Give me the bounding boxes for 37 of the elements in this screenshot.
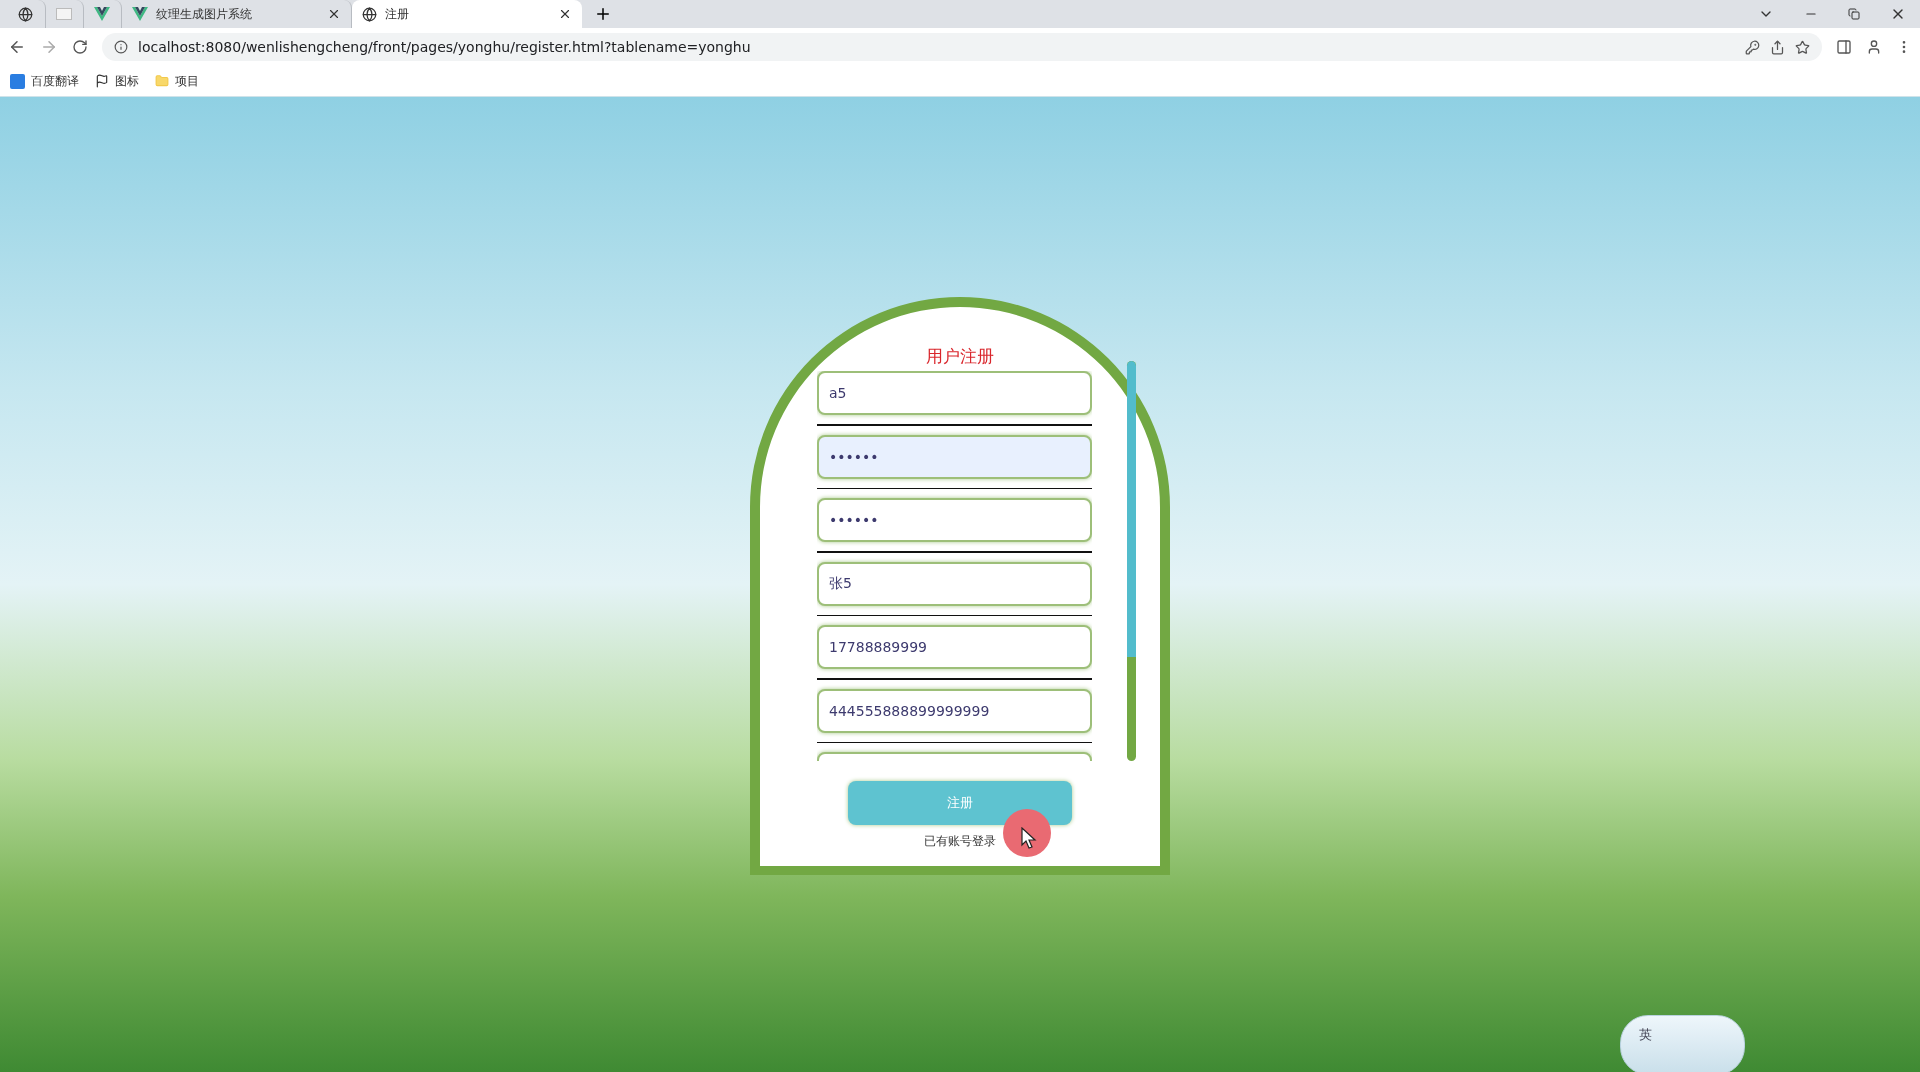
input-field[interactable]: a5 — [817, 371, 1092, 415]
star-icon[interactable] — [1795, 39, 1810, 55]
profile-icon[interactable] — [1866, 39, 1882, 55]
back-icon[interactable] — [8, 38, 26, 56]
close-icon[interactable] — [327, 7, 341, 21]
browser-tab[interactable]: 注册 — [352, 0, 582, 28]
input-method-widget[interactable]: 英 — [1620, 1015, 1745, 1072]
flag-icon — [95, 74, 109, 88]
v-logo-icon — [132, 7, 148, 21]
page-icon — [56, 8, 72, 20]
key-icon[interactable] — [1745, 39, 1760, 55]
folder-icon — [155, 74, 169, 88]
bookmark[interactable]: 项目 — [155, 72, 199, 90]
globe-icon — [18, 6, 33, 22]
url-text: localhost:8080/wenlishengcheng/front/pages/yonghu/register.html?tablename=yonghu — [138, 39, 752, 55]
login-link[interactable]: 已有账号登录 — [924, 833, 996, 850]
input-field[interactable]: 17788889999 — [817, 625, 1092, 669]
side-panel-icon[interactable] — [1836, 39, 1852, 55]
v-logo-icon — [94, 7, 110, 21]
input-field[interactable]: 张5 — [817, 561, 1092, 606]
close-icon[interactable] — [558, 7, 572, 21]
reload-icon[interactable] — [72, 39, 88, 55]
scrollbar[interactable] — [1127, 361, 1136, 761]
translate-icon — [10, 73, 25, 89]
bookmark[interactable]: 图标 — [95, 72, 139, 90]
form-title: 用户注册 — [926, 345, 994, 367]
input-field[interactable]: •••••• — [817, 498, 1092, 542]
input-field[interactable]: 444555888899999999 — [817, 688, 1092, 733]
pointer-icon — [1021, 827, 1037, 849]
bookmark[interactable]: 百度翻译 — [10, 72, 79, 90]
restore-icon[interactable] — [1848, 8, 1860, 20]
address-bar[interactable]: localhost:8080/wenlishengcheng/front/pages/yonghu/register.html?tablename=yonghu — [102, 33, 1822, 61]
new-tab-icon[interactable] — [594, 5, 612, 23]
info-icon — [114, 40, 128, 54]
input-field[interactable]: •••••• — [817, 434, 1092, 479]
globe-icon — [362, 6, 377, 22]
share-icon[interactable] — [1770, 39, 1785, 55]
